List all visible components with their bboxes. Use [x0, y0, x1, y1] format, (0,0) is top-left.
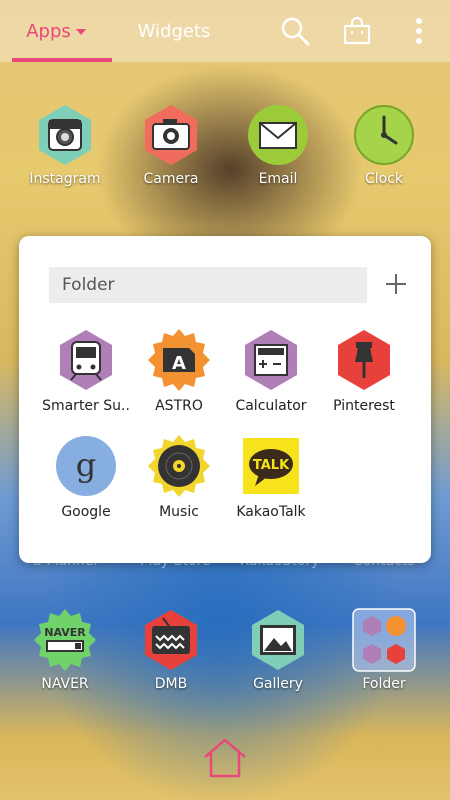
plus-icon[interactable]: [381, 269, 411, 299]
app-label: Gallery: [253, 676, 303, 692]
top-bar: Apps Widgets: [0, 0, 450, 62]
music-record-icon: [148, 435, 210, 497]
kakaotalk-icon: TALK: [243, 438, 299, 494]
dropdown-caret-icon: [75, 29, 86, 35]
app-email[interactable]: Email: [225, 103, 331, 187]
google-icon: g: [56, 436, 116, 496]
calculator-icon: [245, 330, 297, 390]
instagram-icon: [39, 105, 91, 165]
folder-app-pinterest[interactable]: Pinterest: [314, 328, 414, 414]
app-gallery[interactable]: Gallery: [225, 608, 331, 692]
folder-app-label: Calculator: [235, 398, 307, 414]
tv-icon: [145, 610, 197, 670]
tab-apps[interactable]: Apps: [0, 0, 112, 62]
app-camera[interactable]: Camera: [118, 103, 224, 187]
folder-name-field[interactable]: Folder: [49, 267, 367, 303]
folder-app-label: Pinterest: [333, 398, 395, 414]
app-label: Folder: [362, 676, 406, 692]
app-label: Camera: [143, 171, 199, 187]
folder-app-label: Smarter Su..: [42, 398, 130, 414]
gallery-icon: [252, 610, 304, 670]
tab-widgets-label: Widgets: [137, 20, 211, 42]
camera-icon: [145, 105, 197, 165]
app-clock[interactable]: Clock: [331, 103, 437, 187]
app-naver[interactable]: NAVER NAVER: [12, 608, 118, 692]
app-label: Clock: [364, 171, 404, 187]
subway-icon: [60, 330, 112, 390]
google-letter: g: [76, 446, 96, 484]
folder-app-smarter-subway[interactable]: Smarter Su..: [36, 328, 136, 414]
tab-apps-label: Apps: [26, 20, 71, 42]
pushpin-icon: [338, 330, 390, 390]
clock-icon: [354, 105, 414, 165]
app-dmb[interactable]: DMB: [118, 608, 224, 692]
app-label: NAVER: [41, 676, 89, 692]
astro-icon: A: [148, 329, 210, 391]
app-label: DMB: [154, 676, 188, 692]
folder-app-google[interactable]: g Google: [36, 434, 136, 520]
app-folder[interactable]: Folder: [331, 608, 437, 692]
folder-app-label: KakaoTalk: [236, 504, 306, 520]
folder-icon: [352, 608, 416, 672]
more-options-icon[interactable]: [388, 0, 450, 62]
store-bag-icon[interactable]: [326, 0, 388, 62]
folder-app-calculator[interactable]: Calculator: [221, 328, 321, 414]
folder-app-kakaotalk[interactable]: TALK KakaoTalk: [221, 434, 321, 520]
astro-letter: A: [172, 353, 186, 374]
folder-app-label: ASTRO: [155, 398, 203, 414]
folder-name-placeholder: Folder: [62, 275, 115, 295]
naver-icon: NAVER: [34, 609, 96, 671]
search-icon[interactable]: [264, 0, 326, 62]
app-instagram[interactable]: Instagram: [12, 103, 118, 187]
app-label: Email: [258, 171, 298, 187]
folder-app-label: Music: [159, 504, 199, 520]
naver-badge-text: NAVER: [44, 626, 86, 639]
tab-widgets[interactable]: Widgets: [124, 0, 224, 62]
app-label: Instagram: [29, 171, 101, 187]
folder-app-astro[interactable]: A ASTRO: [129, 328, 229, 414]
folder-panel: Folder Smarter Su.. A ASTRO Calculator P…: [19, 236, 431, 563]
folder-app-music[interactable]: Music: [129, 434, 229, 520]
kakao-talk-text: TALK: [253, 458, 290, 473]
folder-app-label: Google: [61, 504, 111, 520]
home-icon[interactable]: [202, 737, 248, 779]
email-icon: [248, 105, 308, 165]
